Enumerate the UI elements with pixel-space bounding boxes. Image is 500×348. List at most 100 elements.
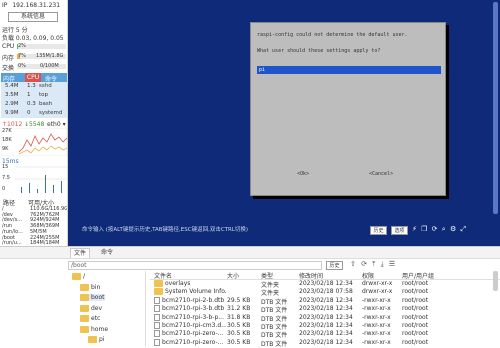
file-row[interactable]: overlays 文件夹 2023/02/18 12:34 drwxr-xr-x roo… [150,280,500,289]
tree-item[interactable]: boot [80,294,105,301]
tree-item[interactable]: bin [80,283,101,291]
file-size: 30.5 KB [227,322,251,329]
file-size: 31.2 KB [227,305,251,313]
swap-value: 0/100M [40,63,59,69]
options-button[interactable]: 选项 [391,226,408,235]
copy-icon[interactable]: ❐ [421,225,427,233]
tab-commands[interactable]: 命令 [98,248,116,258]
ping-scale-top: 15 [2,164,9,170]
file-icon [154,330,160,338]
file-mtime: 2023/02/18 12:34 [299,296,353,304]
tree-item-label: etc [91,315,101,322]
process-cpu: 0 [27,110,31,116]
refresh-icon[interactable]: ⟳ [432,225,438,233]
process-cmd: sshd [39,83,52,89]
tree-item-label: home [91,325,109,333]
folder-icon [80,325,89,333]
file-owner: root/root [402,280,429,287]
file-list: 文件名 大小 类型 修改时间 权限 用户/用户组 overlays 文件夹 2023… [150,247,500,348]
file-name: overlays [154,280,226,287]
tree-item-label: pi [99,336,105,343]
file-name: bcm2710-rpi-zero-... [154,330,226,338]
ok-button[interactable]: <Ok> [297,171,309,177]
file-type: DTB 文件 [261,340,288,348]
process-row: 5.4M 1.3 sshd [1,82,67,91]
file-row[interactable]: bcm2710-rpi-2-b.dtb 29.5 KB DTB 文件 2023/02/… [150,296,500,306]
file-icon [154,313,160,321]
command-hint[interactable]: 命令输入 (按ALT键提示历史,TAB键路径,ESC键返回,双击CTRL切换) [82,225,248,233]
file-perm: -rwxr-xr-x [362,313,391,321]
file-row[interactable]: bcm2710-rpi-zero-... 30.5 KB DTB 文件 2023/02… [150,330,500,339]
file-icon [154,296,160,304]
statusbar-icons: ⚡ ❐ ⟳ ⌕ ⚙ ⤢ [412,225,466,234]
gear-icon[interactable]: ⚙ [450,225,456,233]
terminal-scrollbar[interactable] [493,2,498,214]
tree-item[interactable]: pi [88,336,104,343]
process-row: 9.9M 0 systemd [1,109,67,118]
file-row[interactable]: bcm2710-rpi-zero-... 30.5 KB DTB 文件 2023/02… [150,338,500,348]
ping-scale-mid: 7.5 [2,175,10,181]
file-list-scrollbar[interactable] [493,271,498,291]
folder-icon [88,336,97,343]
file-mtime: 2023/02/18 12:34 [299,330,353,338]
file-perm: -rwxr-xr-x [362,305,391,313]
folder-icon [72,273,81,280]
ip-value: 192.168.31.231 [12,2,61,9]
file-perm: drwxr-xr-x [362,280,393,287]
file-owner: root/root [402,330,429,338]
ping-scale-low: 0 [2,186,6,192]
process-row: 2.9M 0.3 bash [1,100,67,109]
mem-label: 内存 [2,55,15,62]
file-manager: 文件 命令 /boot 历史 ⇧ ⟳ ⤒ ⤓ ☰ / bin boot dev etc h… [0,246,500,348]
file-name: bcm2710-rpi-2-b.dtb [154,296,226,304]
load-text: 负载 0.03, 0.09, 0.05 [2,35,64,42]
process-mem: 9.9M [5,110,19,116]
dialog-prompt: What user should these settings apply to… [257,48,381,54]
file-mtime: 2023/02/18 12:34 [299,305,353,313]
history-button[interactable]: 历史 [370,226,387,235]
file-row[interactable]: System Volume Info... 文件夹 2023/02/18 07:58… [150,288,500,297]
folder-icon [80,294,89,301]
tree-item[interactable]: home [80,325,109,333]
search-icon[interactable]: ⌕ [442,225,446,233]
file-mtime: 2023/02/18 12:34 [299,280,353,287]
file-mtime: 2023/02/18 07:58 [299,288,353,296]
fullscreen-icon[interactable]: ⤢ [460,225,466,233]
net-interface-select[interactable]: eth0 ▾ [47,121,66,128]
file-owner: root/root [402,322,429,329]
mem-value: 135M/1.8G [36,53,64,59]
tab-files[interactable]: 文件 [70,248,91,258]
tree-item[interactable]: etc [80,315,100,322]
terminal-area[interactable]: raspi-config could not determine the def… [68,0,500,222]
lightning-icon[interactable]: ⚡ [412,225,417,233]
tree-item-label: boot [91,294,105,301]
net-up: ↑1012 [2,121,23,128]
process-cmd: top [39,92,49,98]
process-mem: 2.9M [5,101,19,107]
disk-list: /110.6G/116.9G/dev 762M/762M/dev/s... 924M… [0,206,67,246]
process-list: 5.4M 1.3 sshd 3.5M 1 top 2.9M 0.3 bash 9.9M 0 syste… [1,82,67,118]
net-scale-low: 9K [2,146,9,152]
file-name: bcm2710-rpi-3-b.dtb [154,305,226,313]
tree-item[interactable]: dev [80,304,102,312]
file-perm: drwxr-xr-x [362,288,393,296]
tree-item-label: bin [91,283,101,291]
file-owner: root/root [402,305,429,313]
cpu-value: 2% [18,43,26,49]
user-input-field[interactable]: pi [257,66,441,74]
proc-header-cpu[interactable]: CPU [25,73,41,82]
process-cmd: bash [39,101,53,107]
dialog-title: raspi-config could not determine the def… [257,32,408,38]
file-name: System Volume Info... [154,288,226,296]
file-name: bcm2710-rpi-3-b-p... [154,313,226,321]
tree-item[interactable]: / [72,273,85,280]
file-row[interactable]: bcm2710-rpi-cm3.d... 30.5 KB DTB 文件 2023/02… [150,322,500,331]
file-row[interactable]: bcm2710-rpi-3-b-p... 31.8 KB DTB 文件 2023/02… [150,313,500,323]
system-info-button[interactable]: 系统信息 [8,12,58,22]
mem-pct: 7% [18,53,26,59]
file-row[interactable]: bcm2710-rpi-3-b.dtb 31.2 KB DTB 文件 2023/02/… [150,305,500,314]
process-table-header: 内存 CPU 命令 [1,73,67,83]
raspi-config-dialog: raspi-config could not determine the def… [250,22,446,196]
process-row: 3.5M 1 top [1,91,67,100]
cancel-button[interactable]: <Cancel> [369,171,393,177]
